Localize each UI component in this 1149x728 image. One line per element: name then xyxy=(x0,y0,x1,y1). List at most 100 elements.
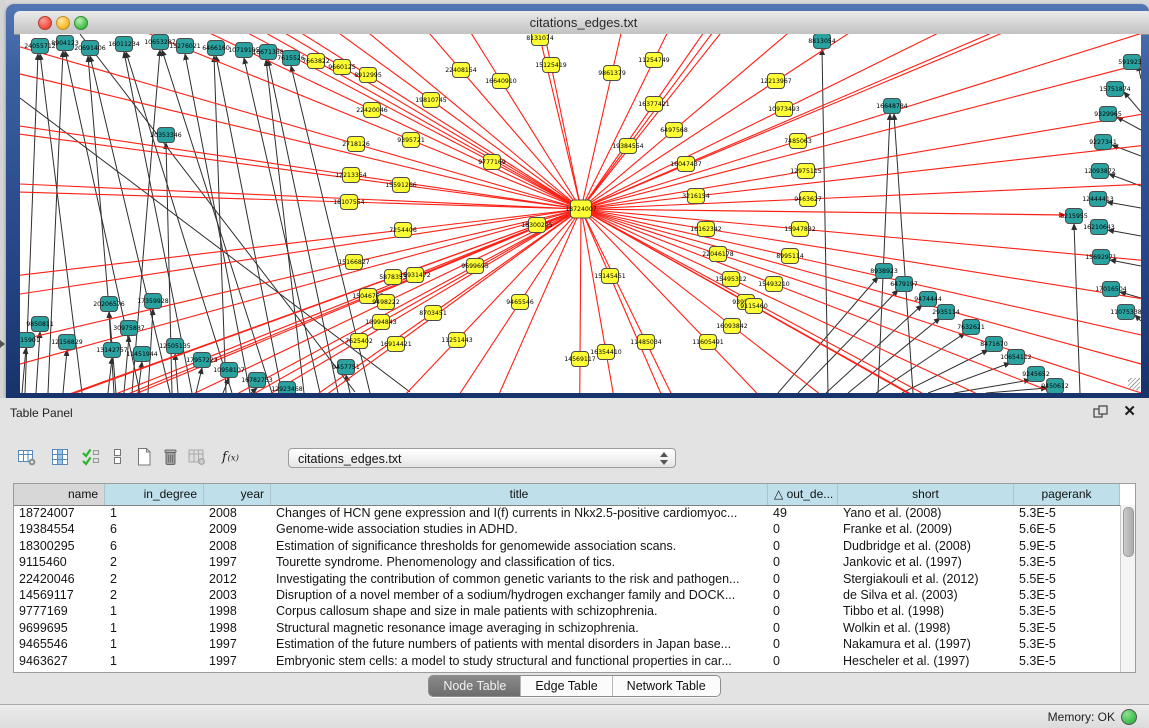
table-cell[interactable]: 1 xyxy=(105,636,204,652)
table-cell[interactable]: 0 xyxy=(768,620,838,636)
column-header-pagerank[interactable]: pagerank xyxy=(1014,484,1120,505)
table-cell[interactable]: 1998 xyxy=(204,620,271,636)
node-table[interactable]: namein_degreeyeartitle△ out_de...shortpa… xyxy=(13,483,1136,673)
table-body[interactable]: 1872400712008Changes of HCN gene express… xyxy=(14,505,1121,672)
close-icon[interactable]: ✕ xyxy=(1123,402,1136,420)
table-column-icon[interactable] xyxy=(47,444,73,470)
table-row[interactable]: 1938455462009Genome-wide association stu… xyxy=(14,521,1121,537)
table-row[interactable]: 1830029562008Estimation of significance … xyxy=(14,538,1121,554)
table-cell[interactable]: 5.9E-5 xyxy=(1014,538,1120,554)
rows-icon[interactable] xyxy=(105,444,131,470)
table-cell[interactable]: Stergiakouli et al. (2012) xyxy=(838,571,1014,587)
table-settings-icon[interactable] xyxy=(14,444,40,470)
table-cell[interactable]: 6 xyxy=(105,521,204,537)
table-cell[interactable]: 9465546 xyxy=(14,636,105,652)
function-icon[interactable]: f(x) xyxy=(218,444,244,470)
column-header-title[interactable]: title xyxy=(271,484,768,505)
table-cell[interactable]: 5.3E-5 xyxy=(1014,636,1120,652)
table-cell[interactable]: 1997 xyxy=(204,653,271,669)
tab-network-table[interactable]: Network Table xyxy=(613,676,720,696)
table-cell[interactable]: 2009 xyxy=(204,521,271,537)
table-cell[interactable]: 0 xyxy=(768,521,838,537)
table-cell[interactable]: 9463627 xyxy=(14,653,105,669)
table-cell[interactable]: 0 xyxy=(768,653,838,669)
delete-table-icon[interactable] xyxy=(158,444,184,470)
tab-edge-table[interactable]: Edge Table xyxy=(521,676,612,696)
scrollbar-thumb[interactable] xyxy=(1123,507,1134,557)
table-cell[interactable]: 1 xyxy=(105,653,204,669)
table-cell[interactable]: 5.3E-5 xyxy=(1014,554,1120,570)
column-header-in_degree[interactable]: in_degree xyxy=(105,484,204,505)
table-cell[interactable]: Hescheler et al. (1997) xyxy=(838,653,1014,669)
table-cell[interactable]: 5.3E-5 xyxy=(1014,620,1120,636)
table-row[interactable]: 1872400712008Changes of HCN gene express… xyxy=(14,505,1121,521)
table-cell[interactable]: Yano et al. (2008) xyxy=(838,505,1014,521)
table-cell[interactable]: 1 xyxy=(105,505,204,521)
table-cell[interactable]: 5.5E-5 xyxy=(1014,571,1120,587)
table-cell[interactable]: 5.3E-5 xyxy=(1014,603,1120,619)
table-cell[interactable]: 0 xyxy=(768,603,838,619)
table-cell[interactable]: 14569117 xyxy=(14,587,105,603)
table-cell[interactable]: 0 xyxy=(768,571,838,587)
table-cell[interactable]: 5.3E-5 xyxy=(1014,653,1120,669)
table-cell[interactable]: 49 xyxy=(768,505,838,521)
table-header-row[interactable]: namein_degreeyeartitle△ out_de...shortpa… xyxy=(14,484,1135,506)
table-row[interactable]: 969969511998Structural magnetic resonanc… xyxy=(14,620,1121,636)
table-cell[interactable]: Investigating the contribution of common… xyxy=(271,571,768,587)
panel-collapse-arrow-icon[interactable] xyxy=(0,340,5,348)
table-cell[interactable]: 9777169 xyxy=(14,603,105,619)
float-window-icon[interactable] xyxy=(1093,405,1109,419)
table-cell[interactable]: Tourette syndrome. Phenomenology and cla… xyxy=(271,554,768,570)
table-cell[interactable]: Estimation of significance thresholds fo… xyxy=(271,538,768,554)
table-cell[interactable]: Dudbridge et al. (2008) xyxy=(838,538,1014,554)
table-cell[interactable]: 18724007 xyxy=(14,505,105,521)
table-cell[interactable]: Franke et al. (2009) xyxy=(838,521,1014,537)
table-cell[interactable]: 5.3E-5 xyxy=(1014,505,1120,521)
table-cell[interactable]: Jankovic et al. (1997) xyxy=(838,554,1014,570)
table-cell[interactable]: 9115460 xyxy=(14,554,105,570)
table-cell[interactable]: Embryonic stem cells: a model to study s… xyxy=(271,653,768,669)
table-cell[interactable]: 0 xyxy=(768,554,838,570)
table-cell[interactable]: 2 xyxy=(105,571,204,587)
new-document-icon[interactable] xyxy=(131,444,157,470)
table-cell[interactable]: 6 xyxy=(105,538,204,554)
column-header-year[interactable]: year xyxy=(204,484,271,505)
table-cell[interactable]: 1997 xyxy=(204,554,271,570)
table-row[interactable]: 946362711997Embryonic stem cells: a mode… xyxy=(14,653,1121,669)
table-cell[interactable]: Structural magnetic resonance image aver… xyxy=(271,620,768,636)
table-cell[interactable]: Tibbo et al. (1998) xyxy=(838,603,1014,619)
table-cell[interactable]: 2008 xyxy=(204,538,271,554)
table-row[interactable]: 977716911998Corpus callosum shape and si… xyxy=(14,603,1121,619)
table-cell[interactable]: 2012 xyxy=(204,571,271,587)
table-cell[interactable]: Changes of HCN gene expression and I(f) … xyxy=(271,505,768,521)
table-cell[interactable]: Genome-wide association studies in ADHD. xyxy=(271,521,768,537)
table-cell[interactable]: 0 xyxy=(768,538,838,554)
table-cell[interactable]: 0 xyxy=(768,636,838,652)
column-header-name[interactable]: name xyxy=(14,484,105,505)
table-cell[interactable]: 1 xyxy=(105,603,204,619)
table-cell[interactable]: Corpus callosum shape and size in male p… xyxy=(271,603,768,619)
column-header-out_de[interactable]: △ out_de... xyxy=(768,484,838,505)
table-cell[interactable]: Disruption of a novel member of a sodium… xyxy=(271,587,768,603)
table-cell[interactable]: 2003 xyxy=(204,587,271,603)
table-cell[interactable]: 22420046 xyxy=(14,571,105,587)
table-select-dropdown[interactable]: citations_edges.txt xyxy=(288,448,676,468)
table-cell[interactable]: de Silva et al. (2003) xyxy=(838,587,1014,603)
table-row[interactable]: 911546021997Tourette syndrome. Phenomeno… xyxy=(14,554,1121,570)
table-cell[interactable]: 0 xyxy=(768,587,838,603)
table-row[interactable]: 946554611997Estimation of the future num… xyxy=(14,636,1121,652)
memory-ok-indicator-icon[interactable] xyxy=(1121,709,1137,725)
window-resize-grip[interactable] xyxy=(1128,378,1140,390)
table-cell[interactable]: 1997 xyxy=(204,636,271,652)
vertical-scrollbar[interactable] xyxy=(1120,505,1135,672)
table-cell[interactable]: 2 xyxy=(105,587,204,603)
column-header-short[interactable]: short xyxy=(838,484,1014,505)
table-cell[interactable]: Estimation of the future numbers of pati… xyxy=(271,636,768,652)
table-cell[interactable]: 5.3E-5 xyxy=(1014,587,1120,603)
tab-node-table[interactable]: Node Table xyxy=(429,676,521,696)
table-cell[interactable]: 9699695 xyxy=(14,620,105,636)
table-row[interactable]: 1456911722003Disruption of a novel membe… xyxy=(14,587,1121,603)
network-window-titlebar[interactable]: citations_edges.txt xyxy=(14,11,1149,35)
table-cell[interactable]: 1 xyxy=(105,620,204,636)
table-cell[interactable]: 19384554 xyxy=(14,521,105,537)
